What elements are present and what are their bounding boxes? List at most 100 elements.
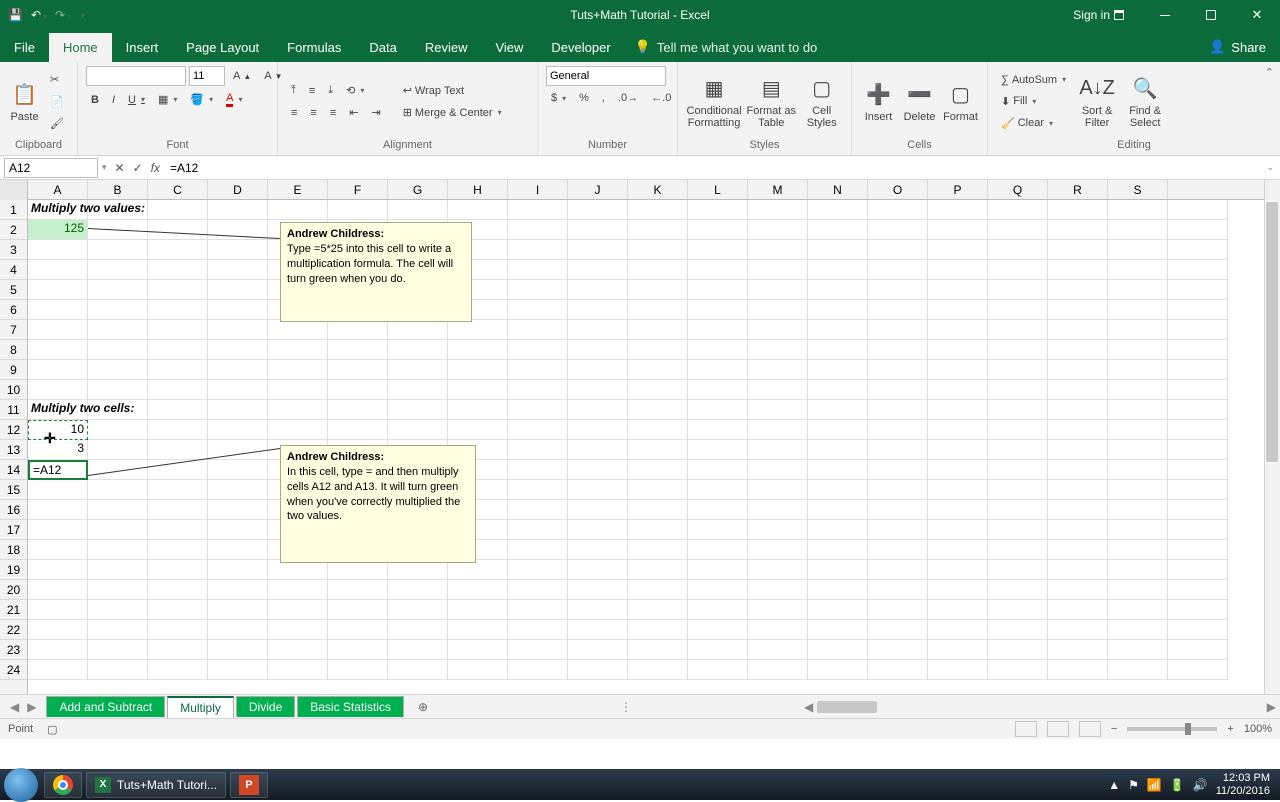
cell[interactable] [388, 620, 448, 640]
cell[interactable] [868, 620, 928, 640]
enter-formula-button[interactable]: ✓ [133, 161, 143, 175]
cell[interactable] [808, 480, 868, 500]
cell[interactable] [1108, 440, 1168, 460]
cell[interactable] [148, 220, 208, 240]
row-header[interactable]: 5 [0, 280, 27, 300]
col-header[interactable]: F [328, 180, 388, 199]
cell[interactable] [628, 380, 688, 400]
cell[interactable] [568, 240, 628, 260]
tab-review[interactable]: Review [411, 33, 482, 62]
cell[interactable] [808, 560, 868, 580]
cell[interactable] [868, 560, 928, 580]
cell[interactable] [88, 480, 148, 500]
cell[interactable] [1168, 540, 1228, 560]
cell[interactable] [1168, 420, 1228, 440]
cell[interactable] [388, 320, 448, 340]
cell[interactable] [688, 620, 748, 640]
cell[interactable] [868, 440, 928, 460]
cell[interactable] [628, 440, 688, 460]
tray-network-icon[interactable]: 📶 [1147, 778, 1162, 792]
tab-formulas[interactable]: Formulas [273, 33, 355, 62]
cell[interactable] [808, 320, 868, 340]
cell[interactable] [88, 660, 148, 680]
cell[interactable] [268, 600, 328, 620]
number-format-combo[interactable] [546, 66, 666, 86]
cell[interactable] [868, 240, 928, 260]
cell[interactable] [1048, 380, 1108, 400]
spreadsheet-area[interactable]: A B C D E F G H I J K L M N O P Q R S 1 … [0, 180, 1280, 694]
cell[interactable] [748, 360, 808, 380]
cell[interactable] [688, 280, 748, 300]
cell[interactable] [748, 620, 808, 640]
cell[interactable] [688, 520, 748, 540]
tray-volume-icon[interactable]: 🔊 [1193, 778, 1208, 792]
cell[interactable] [268, 560, 328, 580]
cell[interactable] [868, 360, 928, 380]
cell[interactable] [328, 640, 388, 660]
cell[interactable] [928, 440, 988, 460]
row-header[interactable]: 2 [0, 220, 27, 240]
cell[interactable] [628, 560, 688, 580]
italic-button[interactable]: I [107, 91, 120, 109]
row-header[interactable]: 23 [0, 640, 27, 660]
cell[interactable] [868, 460, 928, 480]
align-center-button[interactable]: ≡ [305, 104, 321, 122]
cell[interactable] [628, 240, 688, 260]
cell[interactable] [988, 400, 1048, 420]
decrease-decimal-button[interactable]: ←.0 [646, 89, 676, 107]
cell[interactable]: 125 [28, 220, 88, 240]
cell[interactable] [688, 440, 748, 460]
format-as-table-button[interactable]: ▤Format as Table [746, 75, 796, 129]
cell[interactable] [1168, 500, 1228, 520]
save-icon[interactable]: 💾 [8, 8, 23, 22]
cell[interactable] [808, 500, 868, 520]
cell[interactable] [568, 660, 628, 680]
cell[interactable] [448, 580, 508, 600]
cell[interactable] [328, 620, 388, 640]
cell[interactable] [328, 660, 388, 680]
cell[interactable] [688, 640, 748, 660]
cell[interactable] [448, 600, 508, 620]
cell[interactable] [748, 640, 808, 660]
cell[interactable] [808, 300, 868, 320]
cell[interactable] [868, 320, 928, 340]
conditional-formatting-button[interactable]: ▦Conditional Formatting [686, 75, 742, 129]
close-window-button[interactable]: ✕ [1234, 0, 1280, 30]
col-header[interactable]: S [1108, 180, 1168, 199]
cell[interactable] [988, 240, 1048, 260]
taskbar-powerpoint[interactable]: P [230, 772, 268, 798]
tray-up-icon[interactable]: ▲ [1108, 778, 1120, 792]
cell[interactable] [928, 580, 988, 600]
cell[interactable] [988, 260, 1048, 280]
cell[interactable] [208, 560, 268, 580]
cell[interactable] [508, 640, 568, 660]
cell[interactable] [928, 340, 988, 360]
cell[interactable] [1048, 220, 1108, 240]
cell[interactable] [1168, 220, 1228, 240]
cell[interactable] [28, 300, 88, 320]
cell[interactable] [628, 400, 688, 420]
cell[interactable] [748, 580, 808, 600]
cell[interactable] [208, 500, 268, 520]
sort-filter-button[interactable]: A↓ZSort & Filter [1075, 75, 1119, 129]
cell[interactable] [688, 660, 748, 680]
cell[interactable] [28, 360, 88, 380]
align-middle-button[interactable]: ≡ [304, 82, 320, 100]
cell[interactable] [328, 600, 388, 620]
cell[interactable] [568, 360, 628, 380]
cell[interactable] [1048, 540, 1108, 560]
format-painter-button[interactable]: 🖌 [45, 114, 69, 133]
cell[interactable] [988, 200, 1048, 220]
currency-button[interactable]: $▾ [546, 89, 571, 107]
cell[interactable] [1048, 400, 1108, 420]
cell[interactable] [568, 340, 628, 360]
cell[interactable] [148, 520, 208, 540]
col-header[interactable]: N [808, 180, 868, 199]
cell[interactable] [688, 220, 748, 240]
cell[interactable] [808, 360, 868, 380]
cell[interactable] [508, 260, 568, 280]
cell[interactable] [148, 600, 208, 620]
cell[interactable] [808, 200, 868, 220]
cell[interactable] [928, 200, 988, 220]
cell[interactable] [1048, 200, 1108, 220]
